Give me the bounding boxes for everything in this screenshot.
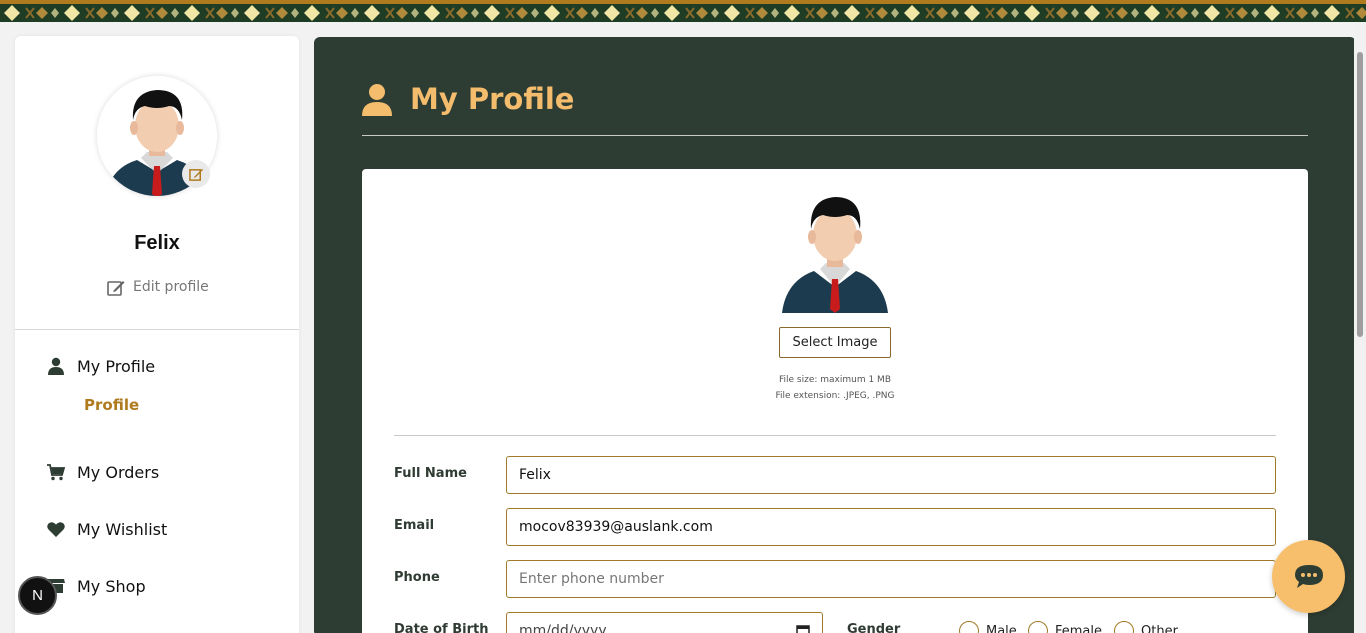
user-icon [362, 83, 392, 116]
full-name-input[interactable] [506, 456, 1276, 494]
page-scrollbar[interactable] [1354, 22, 1366, 633]
email-label: Email [394, 518, 435, 533]
edit-profile-link[interactable]: Edit profile [107, 277, 209, 297]
file-extension-note: File extension: .JPEG, .PNG [775, 391, 895, 401]
chat-icon [1294, 564, 1323, 588]
sidebar-item-my-wishlist[interactable]: My Wishlist [47, 517, 167, 541]
dob-placeholder: mm/dd/yyyy [519, 623, 607, 633]
sidebar-item-label: My Shop [77, 576, 146, 596]
email-input[interactable] [506, 508, 1276, 546]
radio-circle[interactable] [1114, 621, 1134, 633]
sidebar-item-label: My Profile [77, 356, 156, 376]
dob-label: Date of Birth [394, 622, 489, 633]
phone-input[interactable] [506, 560, 1276, 598]
sidebar-subitem-profile[interactable]: Profile [84, 396, 139, 414]
calendar-icon[interactable] [796, 624, 810, 633]
avatar-edit-button[interactable] [182, 160, 210, 188]
sidebar-item-my-profile[interactable]: My Profile [47, 354, 155, 378]
radio-circle[interactable] [1028, 621, 1048, 633]
title-divider [362, 135, 1308, 136]
sidebar-item-my-orders[interactable]: My Orders [47, 460, 159, 484]
sidebar-item-my-shop[interactable]: My Shop [47, 574, 146, 598]
gender-radio-male[interactable]: Male [959, 620, 1017, 633]
profile-panel: My Profile Select Image File size: maxim… [314, 37, 1356, 633]
sidebar-divider [15, 329, 299, 330]
gender-radio-female[interactable]: Female [1028, 620, 1102, 633]
sidebar-item-label: My Wishlist [77, 519, 168, 539]
gender-radio-other[interactable]: Other [1114, 620, 1178, 633]
page-title: My Profile [362, 79, 574, 119]
user-icon [47, 357, 65, 375]
profile-image-preview [782, 191, 888, 313]
scrollbar-thumb[interactable] [1357, 52, 1363, 337]
card-divider [394, 435, 1276, 436]
page-title-text: My Profile [410, 82, 575, 116]
radio-label: Other [1141, 623, 1178, 633]
date-of-birth-input[interactable]: mm/dd/yyyy [506, 612, 823, 633]
radio-circle[interactable] [959, 621, 979, 633]
cart-icon [47, 463, 65, 481]
radio-label: Male [986, 623, 1017, 633]
edit-profile-label: Edit profile [133, 279, 209, 295]
sidebar-item-label: My Orders [77, 462, 160, 482]
heart-icon [47, 520, 65, 538]
sidebar: Felix Edit profile My Profile Profile My… [15, 36, 299, 633]
select-image-button[interactable]: Select Image [779, 327, 891, 358]
full-name-label: Full Name [394, 466, 467, 481]
user-name: Felix [134, 232, 180, 254]
edit-icon [107, 280, 125, 296]
dev-tools-badge[interactable]: N [18, 576, 57, 615]
radio-label: Female [1055, 623, 1103, 633]
decorative-top-band [0, 0, 1366, 22]
phone-label: Phone [394, 570, 440, 585]
file-size-note: File size: maximum 1 MB [779, 375, 891, 385]
gender-label: Gender [847, 622, 901, 633]
chat-button[interactable] [1272, 540, 1345, 613]
edit-icon [188, 168, 203, 181]
profile-form-card: Select Image File size: maximum 1 MB Fil… [362, 169, 1308, 633]
